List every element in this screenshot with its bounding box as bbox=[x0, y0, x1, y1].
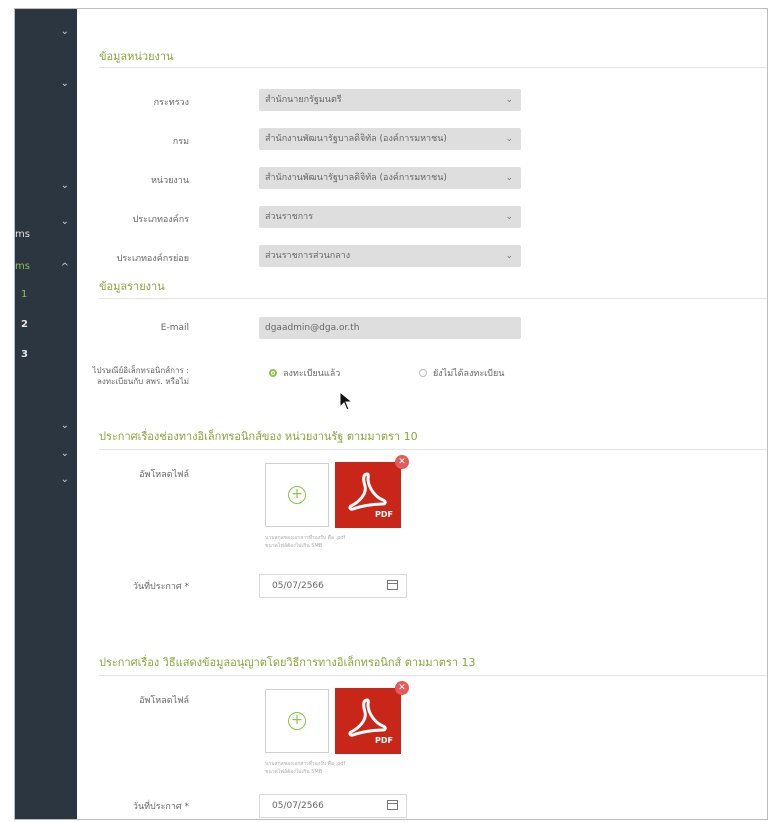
chevron-down-icon: ⌄ bbox=[505, 134, 513, 144]
upload-label: อัพโหลดไฟล์ bbox=[139, 696, 189, 706]
sidebar-item-label: 3 bbox=[21, 349, 28, 360]
department-select[interactable]: สำนักงานพัฒนารัฐบาลดิจิทัล (องค์การมหาชน… bbox=[259, 128, 521, 150]
chevron-down-icon: ⌄ bbox=[60, 180, 69, 191]
sidebar: ⌄ ⌄ ⌄ ms ⌄ ms ^ 1 2 3 ⌄ ⌄ ⌄ bbox=[15, 9, 77, 819]
upload-hint-line2: ขนาดไฟล์ต้องไม่เกิน 5MB bbox=[265, 769, 323, 775]
sidebar-item[interactable] bbox=[15, 385, 77, 403]
chevron-down-icon: ⌄ bbox=[60, 474, 69, 485]
chevron-down-icon: ⌄ bbox=[505, 251, 513, 261]
chevron-down-icon: ⌄ bbox=[60, 448, 69, 459]
sidebar-item[interactable]: ⌄ bbox=[15, 447, 77, 465]
sidebar-subitem[interactable]: 2 bbox=[15, 319, 77, 337]
upload-label: อัพโหลดไฟล์ bbox=[139, 470, 189, 480]
agency-select[interactable]: สำนักงานพัฒนารัฐบาลดิจิทัล (องค์การมหาชน… bbox=[259, 167, 521, 189]
sidebar-item-active[interactable]: ms ^ bbox=[15, 261, 77, 279]
date-input[interactable]: 05/07/2566 bbox=[259, 794, 407, 818]
department-value: สำนักงานพัฒนารัฐบาลดิจิทัล (องค์การมหาชน… bbox=[265, 134, 447, 144]
email-field[interactable]: dgaadmin@dga.or.th bbox=[259, 317, 521, 339]
not-registered-option-label: ยังไม่ได้ลงทะเบียน bbox=[433, 369, 505, 379]
sidebar-item[interactable]: ⌄ bbox=[15, 77, 77, 95]
pdf-label: PDF bbox=[375, 510, 393, 519]
chevron-down-icon: ⌄ bbox=[60, 420, 69, 431]
calendar-icon[interactable] bbox=[387, 800, 398, 810]
pdf-file-tile[interactable]: PDF bbox=[335, 462, 401, 528]
report-section-title: ข้อมูลรายงาน bbox=[99, 280, 165, 293]
chevron-down-icon: ⌄ bbox=[505, 212, 513, 222]
chevron-down-icon: ⌄ bbox=[60, 216, 69, 227]
section-divider bbox=[99, 298, 767, 299]
registration-question-line2: ลงทะเบียนกับ สพร. หรือไม่ bbox=[96, 377, 189, 386]
chevron-down-icon: ⌄ bbox=[505, 173, 513, 183]
not-registered-radio[interactable] bbox=[419, 369, 427, 377]
sidebar-item[interactable]: ⌄ bbox=[15, 179, 77, 197]
sidebar-subitem[interactable]: 3 bbox=[15, 349, 77, 367]
chevron-down-icon: ⌄ bbox=[505, 95, 513, 105]
mouse-pointer-icon bbox=[339, 391, 354, 411]
pdf-file-icon bbox=[348, 698, 387, 737]
date-value: 05/07/2566 bbox=[272, 801, 324, 811]
registration-question: ไปรษณีย์อิเล็กทรอนิกส์การ : ลงทะเบียนกับ… bbox=[92, 365, 189, 387]
section-divider bbox=[99, 449, 767, 450]
org-subtype-label: ประเภทองค์กรย่อย bbox=[116, 254, 189, 264]
date-label: วันที่ประกาศ * bbox=[132, 802, 189, 812]
pdf-file-icon bbox=[348, 472, 387, 511]
registered-radio[interactable] bbox=[269, 369, 277, 377]
email-label: E-mail bbox=[160, 323, 189, 333]
upload-hint: นามสกุลของเอกสารที่รองรับ คือ .pdf ขนาดไ… bbox=[265, 760, 345, 776]
sidebar-item-label: 2 bbox=[21, 319, 28, 330]
org-type-value: ส่วนราชการ bbox=[265, 212, 314, 222]
upload-hint-line2: ขนาดไฟล์ต้องไม่เกิน 5MB bbox=[265, 543, 323, 549]
app-window: ⌄ ⌄ ⌄ ms ⌄ ms ^ 1 2 3 ⌄ ⌄ ⌄ ข้อมูลหน่วยงาน… bbox=[14, 8, 768, 820]
remove-file-button[interactable]: ✕ bbox=[395, 681, 409, 695]
sidebar-item-label: ms bbox=[15, 229, 30, 240]
org-type-select[interactable]: ส่วนราชการ ⌄ bbox=[259, 206, 521, 228]
sidebar-item-label: ms bbox=[15, 261, 30, 272]
upload-add-box[interactable]: + bbox=[265, 689, 329, 753]
registered-option-label: ลงทะเบียนแล้ว bbox=[283, 369, 341, 379]
agency-label: หน่วยงาน bbox=[150, 176, 189, 186]
registration-question-line1: ไปรษณีย์อิเล็กทรอนิกส์การ : bbox=[92, 366, 189, 375]
org-type-label: ประเภทองค์กร bbox=[132, 215, 189, 225]
org-subtype-select[interactable]: ส่วนราชการส่วนกลาง ⌄ bbox=[259, 245, 521, 267]
upload-add-box[interactable]: + bbox=[265, 463, 329, 527]
remove-file-button[interactable]: ✕ bbox=[395, 455, 409, 469]
date-value: 05/07/2566 bbox=[272, 581, 324, 591]
upload-hint-line1: นามสกุลของเอกสารที่รองรับ คือ .pdf bbox=[265, 535, 346, 541]
main-content: ข้อมูลหน่วยงาน กระทรวง สำนักนายกรัฐมนตรี… bbox=[77, 9, 767, 819]
department-label: กรม bbox=[172, 137, 189, 147]
plus-circle-icon: + bbox=[288, 486, 306, 504]
upload-hint-line1: นามสกุลของเอกสารที่รองรับ คือ .pdf bbox=[265, 761, 346, 767]
chevron-up-icon: ^ bbox=[60, 262, 69, 273]
sidebar-item[interactable]: ⌄ bbox=[15, 473, 77, 491]
pdf-label: PDF bbox=[375, 736, 393, 745]
section-divider bbox=[99, 675, 767, 676]
sidebar-item[interactable]: ⌄ bbox=[15, 25, 77, 43]
sidebar-subitem[interactable]: 1 bbox=[15, 289, 77, 307]
calendar-icon[interactable] bbox=[387, 580, 398, 590]
ministry-select[interactable]: สำนักนายกรัฐมนตรี ⌄ bbox=[259, 89, 521, 111]
agency-value: สำนักงานพัฒนารัฐบาลดิจิทัล (องค์การมหาชน… bbox=[265, 173, 447, 183]
plus-circle-icon: + bbox=[288, 712, 306, 730]
date-input[interactable]: 05/07/2566 bbox=[259, 574, 407, 598]
announcement-10-title: ประกาศเรื่องช่องทางอิเล็กทรอนิกส์ของ หน่… bbox=[99, 430, 418, 443]
pdf-file-tile[interactable]: PDF bbox=[335, 688, 401, 754]
date-label: วันที่ประกาศ * bbox=[132, 582, 189, 592]
ministry-label: กระทรวง bbox=[153, 98, 189, 108]
section-divider bbox=[99, 67, 767, 68]
chevron-down-icon: ⌄ bbox=[60, 78, 69, 89]
sidebar-item[interactable]: ⌄ bbox=[15, 419, 77, 437]
upload-hint: นามสกุลของเอกสารที่รองรับ คือ .pdf ขนาดไ… bbox=[265, 534, 345, 550]
sidebar-item-label: 1 bbox=[21, 289, 28, 300]
chevron-down-icon: ⌄ bbox=[60, 26, 69, 37]
org-subtype-value: ส่วนราชการส่วนกลาง bbox=[265, 251, 351, 261]
sidebar-item[interactable]: ms ⌄ bbox=[15, 215, 77, 240]
announcement-13-title: ประกาศเรื่อง วิธีแสดงข้อมูลอนุญาตโดยวิธี… bbox=[99, 656, 476, 669]
agency-section-title: ข้อมูลหน่วยงาน bbox=[99, 50, 174, 63]
sidebar-item[interactable] bbox=[15, 129, 77, 147]
ministry-value: สำนักนายกรัฐมนตรี bbox=[265, 95, 342, 105]
